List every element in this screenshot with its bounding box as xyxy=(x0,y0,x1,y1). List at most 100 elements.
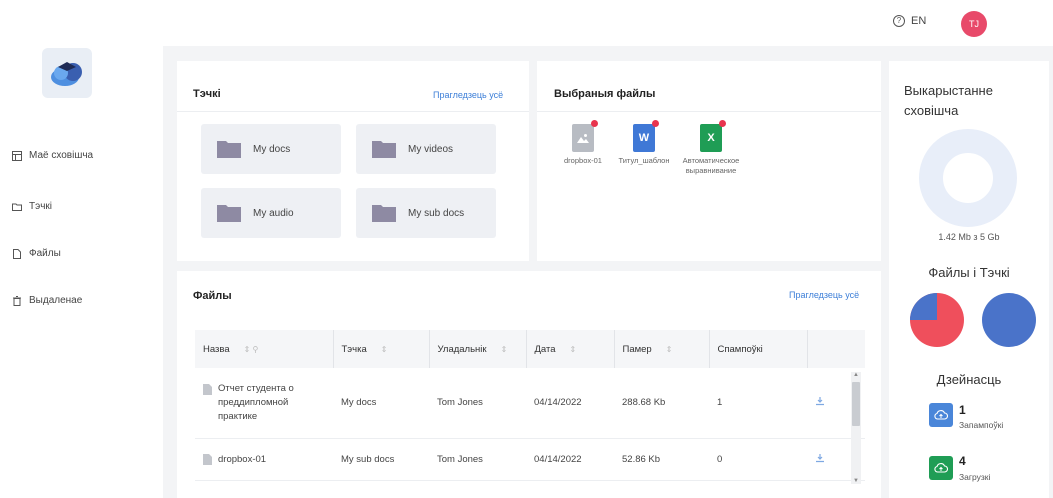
sort-icon[interactable]: ⇕ xyxy=(570,345,577,354)
sort-icon[interactable]: ⇕ xyxy=(381,345,388,354)
upload-activity-tile[interactable] xyxy=(929,403,953,427)
cell-name: Отчет студента о преддипломной практике xyxy=(195,368,333,439)
files-folders-title: Файлы і Тэчкі xyxy=(928,265,1010,280)
favorite-badge-icon xyxy=(652,120,659,127)
pie-slice-blue xyxy=(910,293,937,320)
folder-icon xyxy=(217,141,241,158)
files-card-title: Файлы xyxy=(193,290,232,302)
folder-icon xyxy=(12,203,22,211)
folder-tile[interactable]: My docs xyxy=(201,124,341,174)
folder-name: My audio xyxy=(253,207,294,219)
folder-icon xyxy=(372,205,396,222)
scroll-down-icon[interactable]: ▼ xyxy=(853,478,859,484)
cloud-logo-icon xyxy=(51,62,82,86)
favorite-file[interactable]: X Автоматическое выравнивание xyxy=(681,120,741,176)
favorites-card: Выбраныя файлы dropbox-01 W Титул_шаблон… xyxy=(537,61,881,261)
files-view-all-link[interactable]: Прагледзець усё xyxy=(789,290,859,300)
folder-tile[interactable]: My audio xyxy=(201,188,341,238)
download-icon[interactable] xyxy=(815,396,825,406)
folder-tile[interactable]: My videos xyxy=(356,124,496,174)
folders-card: Тэчкі Прагледзець усё My docs My videos … xyxy=(177,61,529,261)
scroll-up-icon[interactable]: ▲ xyxy=(853,372,859,378)
cell-folder: My docs xyxy=(333,368,429,439)
files-pie-chart xyxy=(910,293,964,347)
table-row[interactable]: Отчет студента о преддипломной практике … xyxy=(195,368,865,439)
cell-downloads: 1 xyxy=(709,368,807,439)
sort-icon[interactable]: ⇕ xyxy=(666,345,673,354)
column-header-size[interactable]: Памер ⇕ xyxy=(614,330,710,368)
column-header-folder[interactable]: Тэчка ⇕ xyxy=(333,330,430,368)
storage-title: Выкарыстанне сховішча xyxy=(904,83,993,118)
cell-date: 04/14/2022 xyxy=(526,368,614,439)
folder-icon xyxy=(372,141,396,158)
table-row[interactable]: dropbox-01 My sub docs Tom Jones 04/14/2… xyxy=(195,438,865,481)
language-label: EN xyxy=(911,15,927,27)
folder-icon xyxy=(217,205,241,222)
sort-search-icon[interactable]: ⇕ ⚲ xyxy=(244,345,259,354)
sidebar-item-label: Файлы xyxy=(29,248,61,259)
top-bar: ? EN TJ xyxy=(0,0,1053,46)
storage-icon xyxy=(12,150,22,161)
pie-slice-blue xyxy=(982,293,1036,347)
favorites-card-title: Выбраныя файлы xyxy=(554,88,656,100)
word-file-icon: W xyxy=(633,120,659,152)
trash-icon xyxy=(13,295,21,306)
divider xyxy=(177,111,529,112)
table-scrollbar[interactable]: ▲ ▼ xyxy=(851,372,861,484)
favorite-file[interactable]: W Титул_шаблон xyxy=(614,120,674,166)
favorite-file-name: dropbox-01 xyxy=(564,156,602,165)
avatar[interactable]: TJ xyxy=(961,11,987,37)
files-card: Файлы Прагледзець усё Назва ⇕ ⚲ Тэчка ⇕ Ул… xyxy=(177,271,881,498)
help-icon[interactable]: ? xyxy=(893,15,905,27)
cell-date: 04/14/2022 xyxy=(526,438,614,481)
cloud-upload-icon xyxy=(934,410,948,420)
column-header-date[interactable]: Дата ⇕ xyxy=(526,330,615,368)
file-icon xyxy=(13,248,21,259)
image-glyph-icon xyxy=(577,134,589,143)
sidebar-item-label: Выдаленае xyxy=(29,295,83,306)
favorite-badge-icon xyxy=(719,120,726,127)
sidebar-item-label: Тэчкі xyxy=(29,201,53,212)
image-file-icon xyxy=(572,120,598,152)
cell-folder: My sub docs xyxy=(333,438,429,481)
favorite-file-name: Титул_шаблон xyxy=(618,156,670,165)
column-header-owner[interactable]: Уладальнік ⇕ xyxy=(429,330,527,368)
download-icon[interactable] xyxy=(815,453,825,463)
sidebar-item-trash[interactable]: Выдаленае xyxy=(12,295,82,306)
folders-card-title: Тэчкі xyxy=(193,88,221,100)
storage-usage-ring xyxy=(919,129,1017,227)
download-activity-tile[interactable] xyxy=(929,456,953,480)
sort-icon[interactable]: ⇕ xyxy=(501,345,508,354)
sidebar-item-folders[interactable]: Тэчкі xyxy=(12,201,52,212)
cell-size: 288.68 Kb xyxy=(614,368,709,439)
download-count: 4 xyxy=(959,454,966,468)
sidebar-item-storage[interactable]: Маё сховішча xyxy=(12,150,93,161)
column-header-downloads[interactable]: Спампоўкі xyxy=(709,330,808,368)
sidebar-item-files[interactable]: Файлы xyxy=(12,248,61,259)
storage-usage-text: 1.42 Mb з 5 Gb xyxy=(938,232,1000,242)
cell-downloads: 0 xyxy=(709,438,807,481)
download-label: Загрузкі xyxy=(959,472,991,482)
column-header-name[interactable]: Назва ⇕ ⚲ xyxy=(195,330,334,368)
upload-label: Запампоўкі xyxy=(959,420,1004,430)
folders-view-all-link[interactable]: Прагледзець усё xyxy=(433,90,503,100)
cell-name: dropbox-01 xyxy=(195,438,333,481)
upload-count: 1 xyxy=(959,403,966,417)
file-name[interactable]: Отчет студента о преддипломной практике xyxy=(218,382,325,424)
language-switcher[interactable]: ? EN xyxy=(893,15,926,27)
activity-title: Дзейнасць xyxy=(936,372,1002,387)
favorite-file[interactable]: dropbox-01 xyxy=(553,120,613,166)
app-logo[interactable] xyxy=(42,48,92,98)
cell-owner: Tom Jones xyxy=(429,438,526,481)
file-name[interactable]: dropbox-01 xyxy=(218,454,266,465)
folders-pie-chart xyxy=(982,293,1036,347)
cell-size: 52.86 Kb xyxy=(614,438,709,481)
excel-file-icon: X xyxy=(700,120,726,152)
folder-tile[interactable]: My sub docs xyxy=(356,188,496,238)
cell-owner: Tom Jones xyxy=(429,368,526,439)
files-table: Назва ⇕ ⚲ Тэчка ⇕ Уладальнік ⇕ Дата ⇕ Памер ⇕… xyxy=(195,330,865,481)
scrollbar-thumb[interactable] xyxy=(852,382,860,426)
document-icon xyxy=(203,453,212,465)
folder-name: My docs xyxy=(253,143,291,155)
favorite-file-name: Автоматическое выравнивание xyxy=(682,156,740,175)
